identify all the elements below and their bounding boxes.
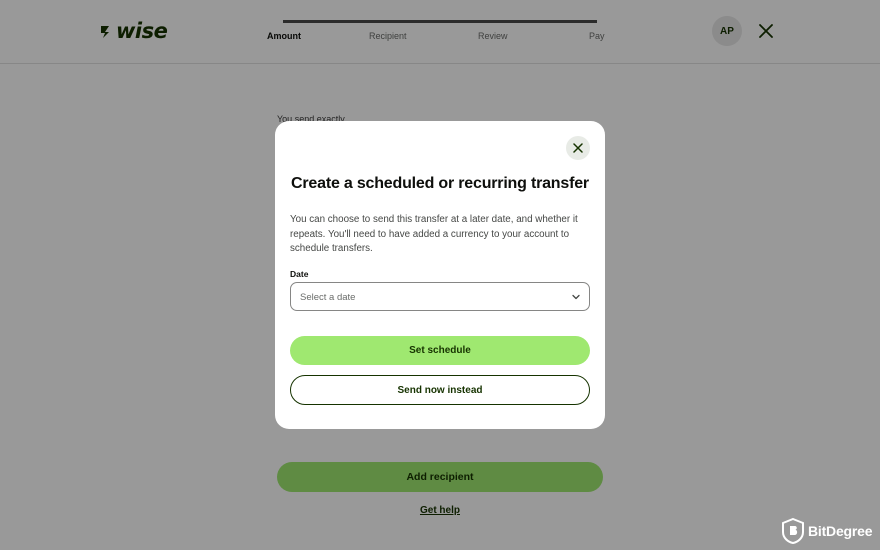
modal-description: You can choose to send this transfer at … <box>290 214 578 254</box>
modal-close-button[interactable] <box>566 136 590 160</box>
close-icon <box>573 143 583 153</box>
schedule-transfer-modal: Create a scheduled or recurring transfer… <box>275 121 605 429</box>
bitdegree-watermark: BitDegree <box>782 518 873 544</box>
set-schedule-button[interactable]: Set schedule <box>290 336 590 365</box>
date-placeholder: Select a date <box>300 292 356 303</box>
date-label: Date <box>290 269 309 279</box>
watermark-text: BitDegree <box>808 523 873 539</box>
date-select[interactable]: Select a date <box>290 282 590 311</box>
modal-title: Create a scheduled or recurring transfer <box>291 175 589 192</box>
send-now-instead-button[interactable]: Send now instead <box>290 375 590 405</box>
chevron-down-icon <box>572 294 580 300</box>
bitdegree-shield-icon <box>782 518 804 544</box>
